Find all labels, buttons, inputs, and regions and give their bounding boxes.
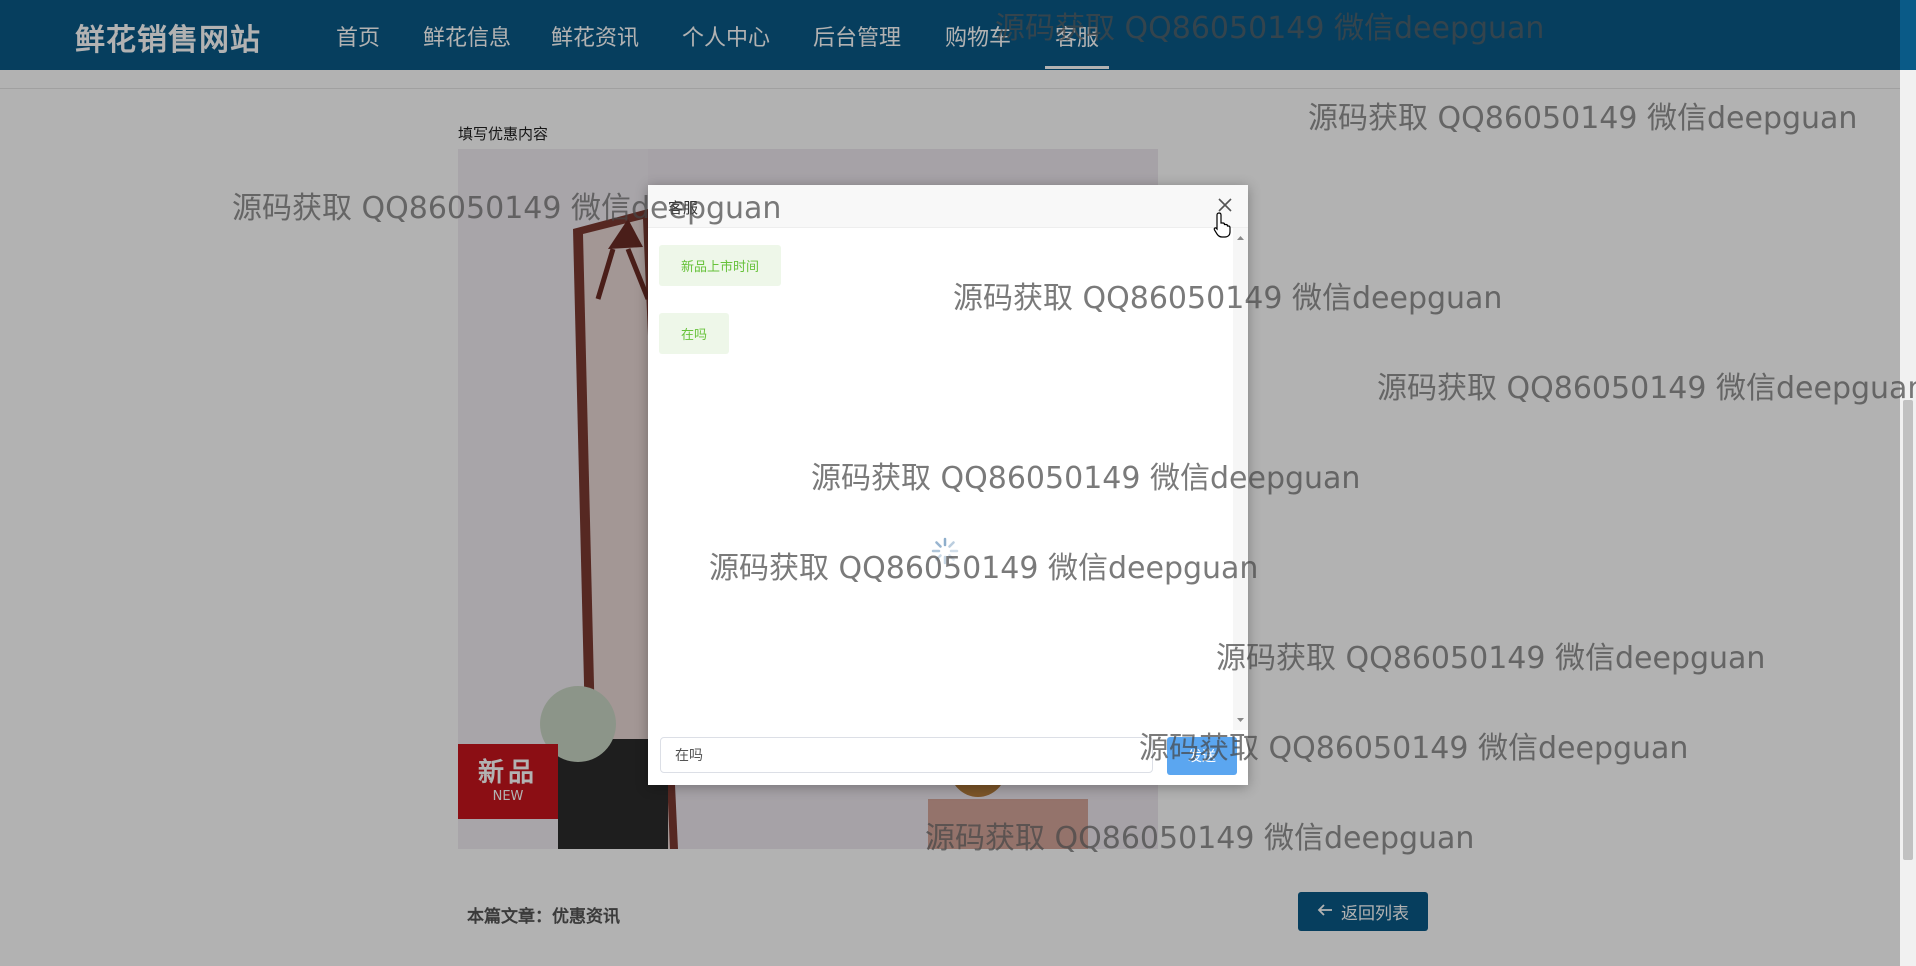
hand-pointer-icon [1213, 212, 1231, 242]
chat-dialog: 客服 新品上市时间 在吗 在吗 发送 [648, 185, 1248, 785]
dialog-title: 客服 [668, 199, 699, 217]
chat-message: 在吗 [659, 313, 730, 354]
loading-spinner-icon [930, 536, 960, 566]
chat-message-input[interactable] [660, 737, 1153, 773]
chat-scrollbar[interactable] [1233, 228, 1248, 730]
page-scrollbar-thumb[interactable] [1903, 400, 1913, 860]
dialog-header: 客服 [648, 185, 1248, 228]
chat-message: 新品上市时间 [659, 245, 782, 286]
page-scrollbar[interactable] [1900, 0, 1916, 966]
chat-message-area[interactable]: 新品上市时间 在吗 [648, 228, 1233, 730]
send-button[interactable]: 发送 [1167, 737, 1237, 775]
